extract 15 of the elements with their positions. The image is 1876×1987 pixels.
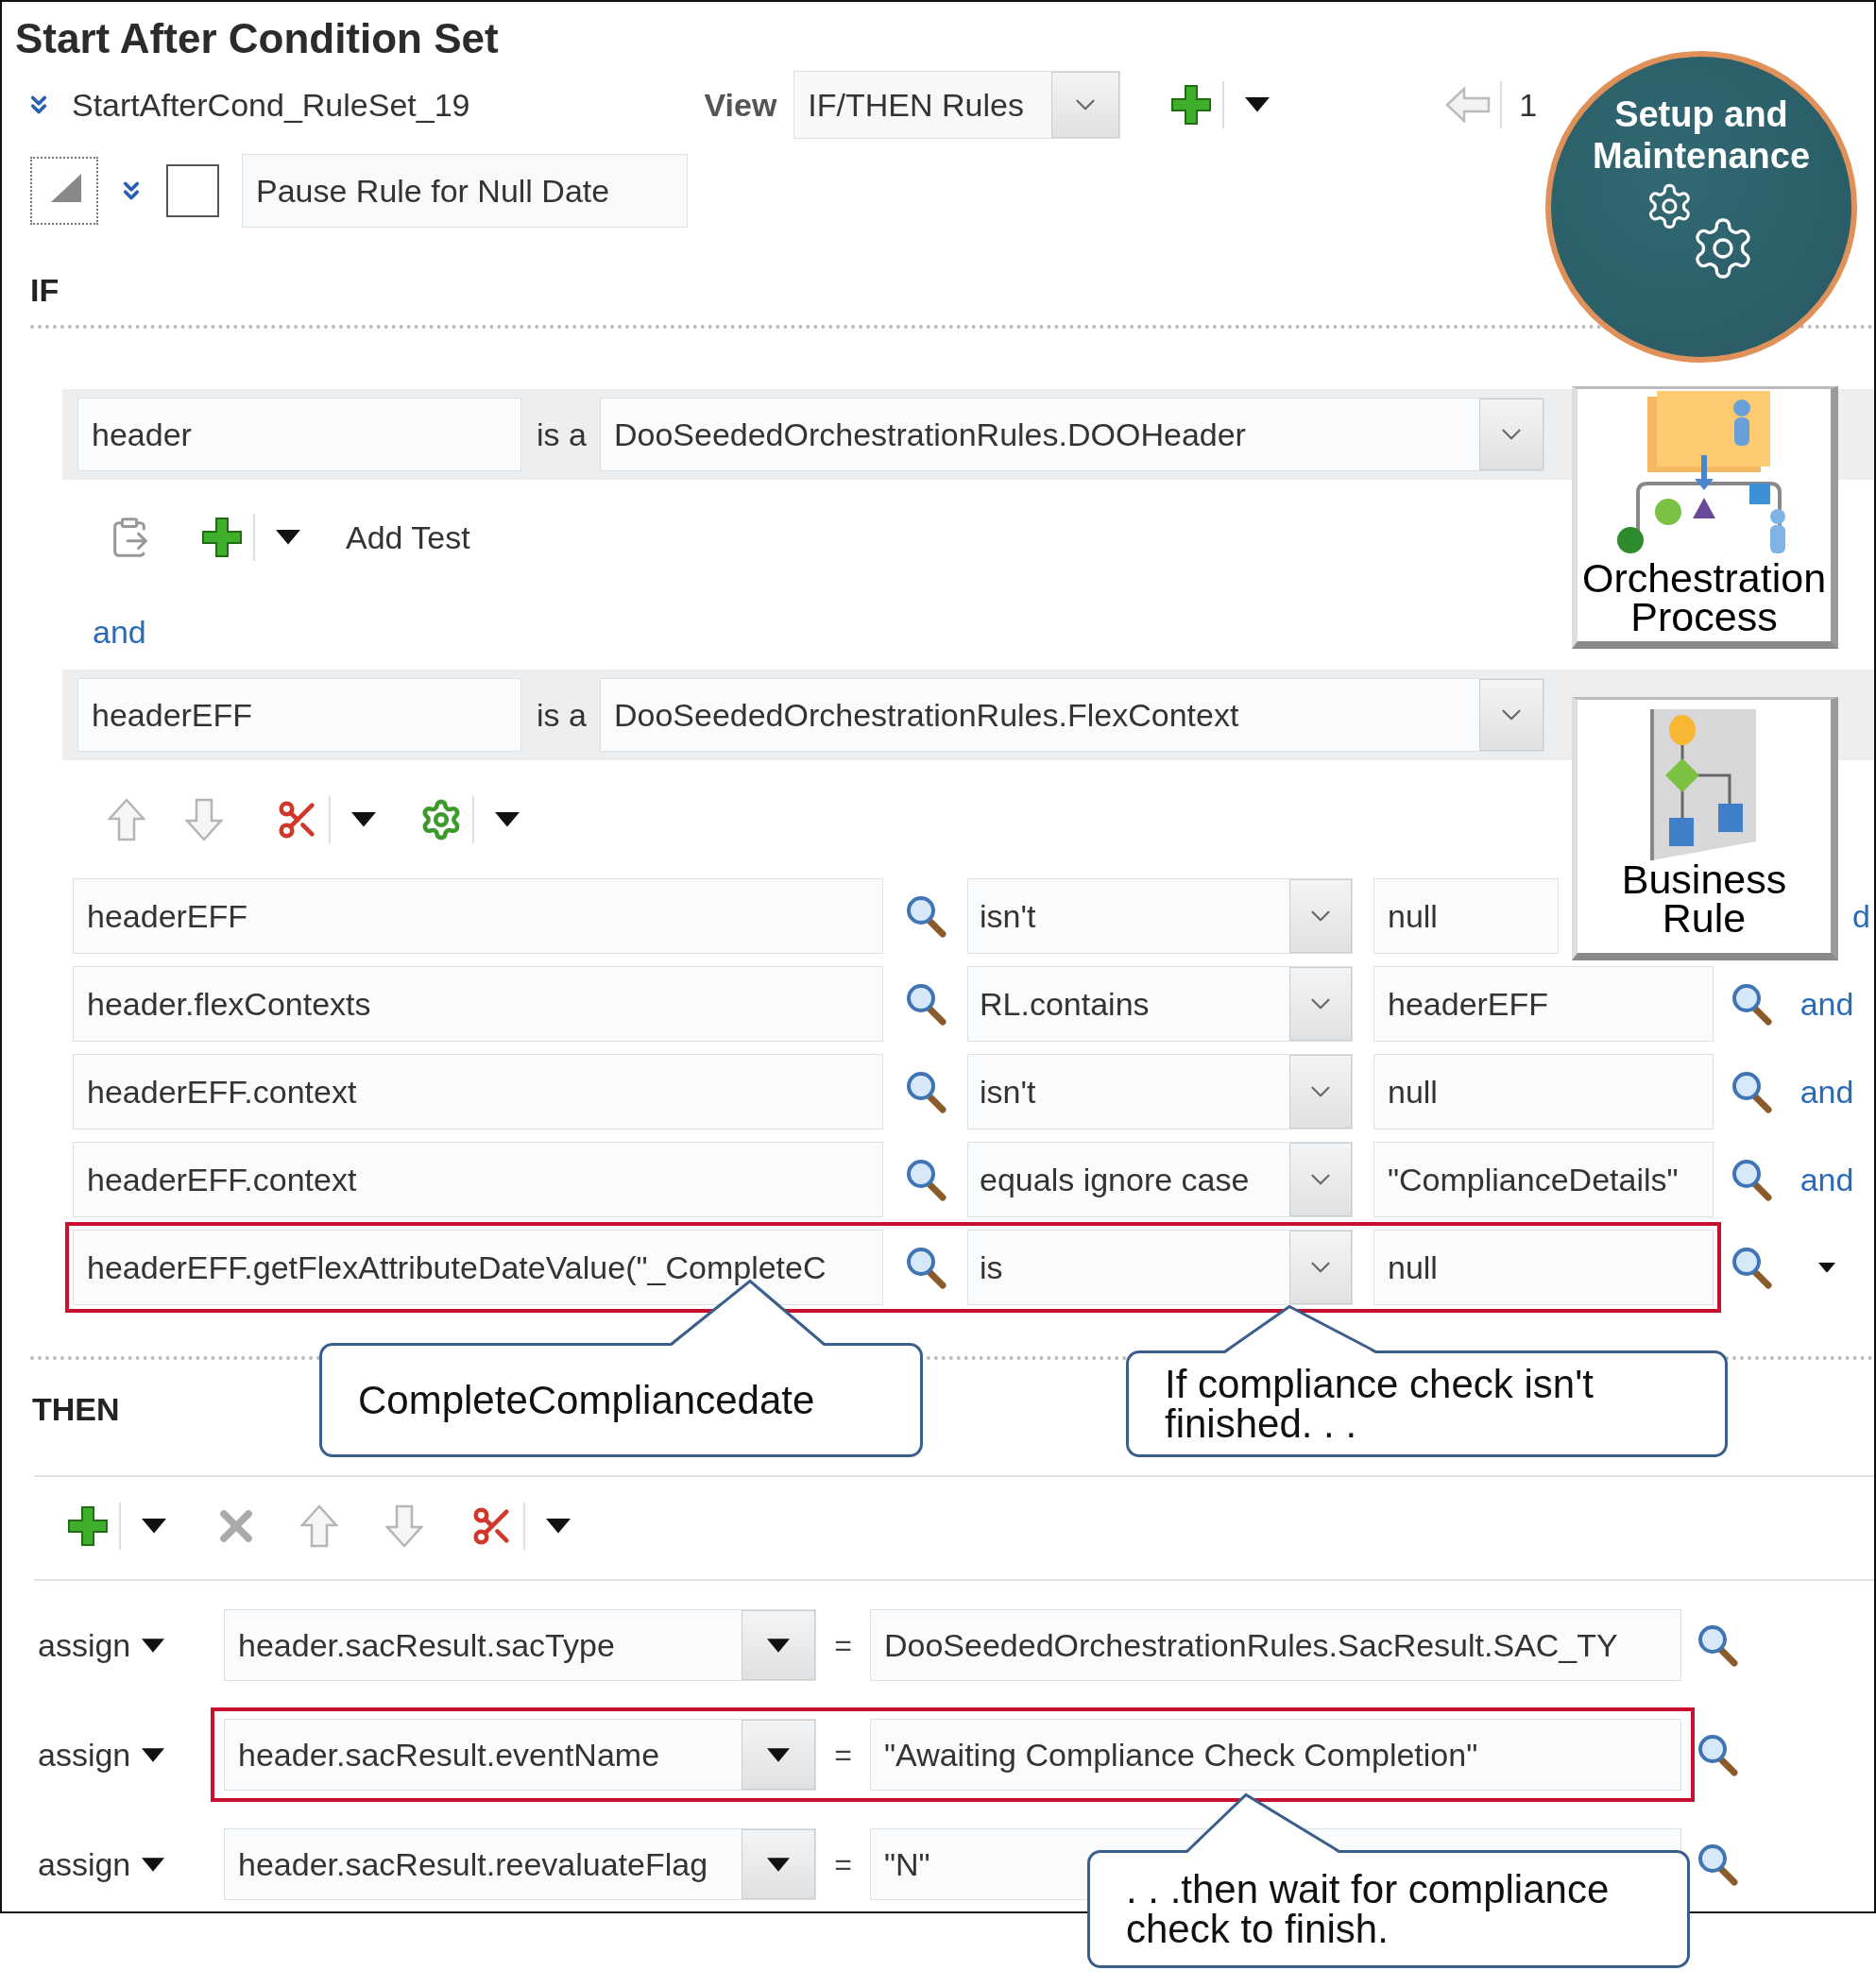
page-number: 1 (1519, 86, 1538, 124)
badge-title: Setup and Maintenance (1592, 94, 1811, 178)
if-label: IF (30, 271, 60, 309)
view-label: View (704, 86, 777, 124)
equals-sign: = (833, 1846, 853, 1882)
ruleset-name: StartAfterCond_RuleSet_19 (72, 86, 470, 124)
is-a-label: is a (537, 696, 587, 734)
is-a-label: is a (537, 416, 587, 453)
then-label: THEN (32, 1390, 120, 1428)
equals-sign: = (833, 1627, 853, 1663)
add-test-label: Add Test (346, 518, 470, 556)
page-title: Start After Condition Set (15, 15, 500, 63)
tile-label: Orchestration Process (1581, 559, 1827, 637)
tile-label: Business Rule (1621, 860, 1787, 938)
equals-sign: = (833, 1737, 853, 1773)
